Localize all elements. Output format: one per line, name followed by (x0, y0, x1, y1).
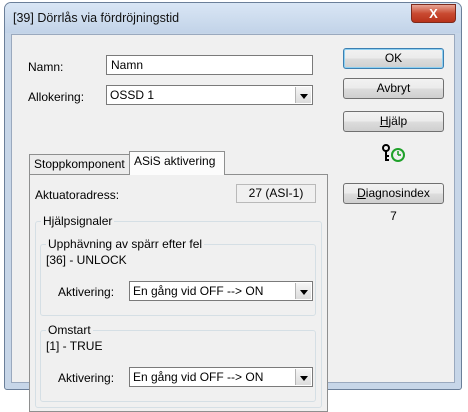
tab-asis-aktivering[interactable]: ASiS aktivering (129, 151, 225, 175)
diagnostic-index-value: 7 (390, 209, 397, 223)
chevron-down-icon[interactable] (295, 87, 311, 103)
unlock-group-title: Upphävning av spärr efter fel (46, 237, 205, 251)
window-title: [39] Dörrlås via fördröjningstid (13, 11, 180, 25)
name-field[interactable]: Namn (106, 55, 313, 75)
chevron-down-icon[interactable] (295, 369, 311, 385)
tab-stoppkomponent[interactable]: Stoppkomponent (29, 154, 130, 175)
helper-signals-title: Hjälpsignaler (41, 214, 115, 228)
restart-signal: [1] - TRUE (46, 339, 103, 353)
restart-activation-label: Aktivering: (58, 371, 115, 385)
diag-button-label: iagnosindex (365, 186, 430, 200)
allocation-label: Allokering: (28, 90, 85, 104)
unlock-activation-select[interactable]: En gång vid OFF --> ON (129, 281, 313, 301)
ok-button[interactable]: OK (343, 48, 444, 69)
title-bar[interactable]: [39] Dörrlås via fördröjningstid X (5, 3, 461, 33)
lock-clock-icon (381, 144, 407, 164)
dialog-window: [39] Dörrlås via fördröjningstid X Namn:… (4, 2, 462, 412)
chevron-down-icon[interactable] (295, 283, 311, 299)
diag-button-mnemonic: D (357, 186, 366, 200)
restart-activation-select[interactable]: En gång vid OFF --> ON (129, 367, 313, 387)
actuator-value: 27 (ASI-1) (236, 184, 316, 203)
unlock-activation-value: En gång vid OFF --> ON (133, 284, 264, 298)
actuator-label: Aktuatoradress: (35, 188, 120, 202)
restart-activation-value: En gång vid OFF --> ON (133, 370, 264, 384)
name-label: Namn: (28, 60, 64, 74)
unlock-activation-label: Aktivering: (58, 285, 115, 299)
unlock-group: Upphävning av spärr efter fel [36] - UNL… (40, 237, 316, 316)
diagnostic-index-button[interactable]: Diagnosindex (343, 183, 444, 204)
close-button[interactable]: X (411, 4, 456, 23)
allocation-select[interactable]: OSSD 1 (106, 85, 313, 105)
helper-signals-group: Hjälpsignaler Upphävning av spärr efter … (35, 214, 322, 408)
unlock-signal: [36] - UNLOCK (46, 253, 127, 267)
help-button-label: jälp (388, 114, 408, 128)
dialog-client-area: Namn: Namn Allokering: OSSD 1 Stoppkompo… (11, 34, 455, 412)
help-button[interactable]: Hjälp (343, 111, 444, 132)
restart-group-title: Omstart (46, 323, 93, 337)
restart-group: Omstart [1] - TRUE Aktivering: En gång v… (40, 323, 316, 402)
cancel-button[interactable]: Avbryt (343, 78, 444, 99)
tab-panel-asis: Aktuatoradress: 27 (ASI-1) Hjälpsignaler… (29, 174, 328, 412)
allocation-value: OSSD 1 (110, 88, 155, 102)
